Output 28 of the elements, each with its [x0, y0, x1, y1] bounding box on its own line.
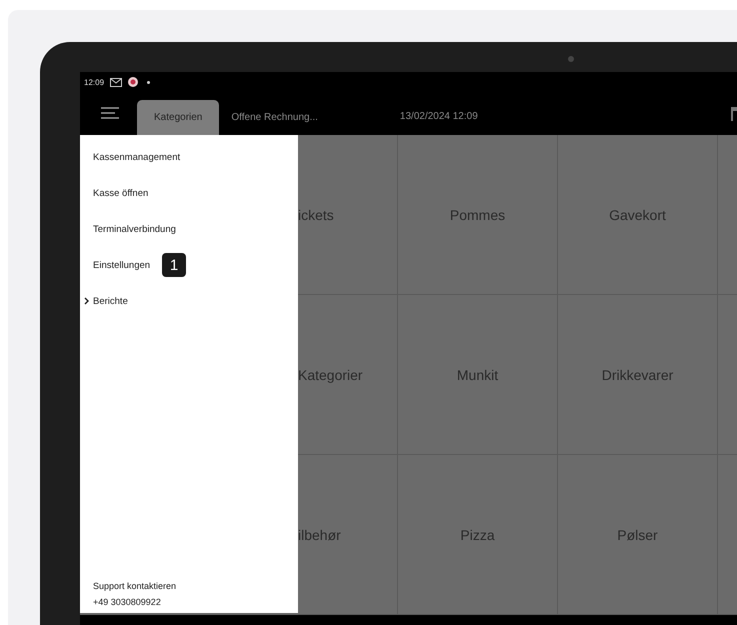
category-tile[interactable]: Pommes: [398, 135, 558, 295]
category-tile[interactable]: Kategorier: [298, 295, 398, 455]
support-link[interactable]: Support kontaktieren: [93, 581, 298, 591]
menu-item[interactable]: Kasse öffnen: [93, 188, 148, 198]
camera-icon: [568, 56, 574, 62]
category-tile[interactable]: Gavekort: [558, 135, 718, 295]
category-tile[interactable]: Pølser: [558, 455, 718, 615]
menu-item[interactable]: Terminalverbindung: [93, 224, 176, 234]
chevron-icon: [84, 297, 90, 305]
category-tile[interactable]: ickets: [298, 135, 398, 295]
record-icon: [128, 77, 138, 87]
tab[interactable]: Kategorien: [137, 100, 220, 135]
date-time: 13/02/2024 12:09: [400, 111, 478, 122]
toolbar-icon[interactable]: [731, 106, 737, 122]
tab[interactable]: Offene Rechnung...: [219, 100, 330, 135]
callout-number: 1: [162, 253, 186, 277]
mail-icon: [110, 78, 122, 86]
category-tile[interactable]: Drikkevarer: [558, 295, 718, 455]
phone-number: +49 3030809922: [93, 597, 162, 607]
menu-icon[interactable]: [101, 107, 119, 119]
notification-dot-icon: [147, 80, 150, 84]
menu-item[interactable]: Kassenmanagement: [93, 152, 180, 162]
menu-item[interactable]: Berichte: [84, 296, 128, 306]
category-tile[interactable]: Munkit: [398, 295, 558, 455]
category-tile[interactable]: Pizza: [398, 455, 558, 615]
menu-item[interactable]: Einstellungen: [93, 260, 150, 270]
category-tile[interactable]: ilbehør: [298, 455, 398, 615]
status-time: 12:09: [84, 78, 104, 86]
